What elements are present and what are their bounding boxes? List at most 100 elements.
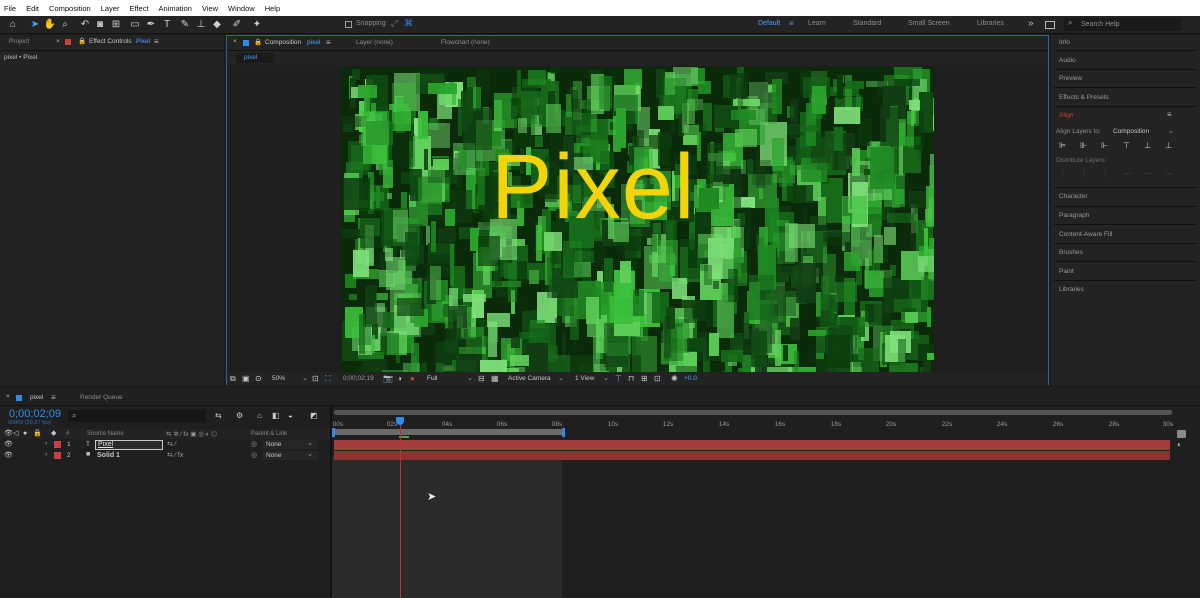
viewer-area[interactable]: Pixel bbox=[227, 65, 1048, 372]
camera-select[interactable]: Active Camera bbox=[508, 375, 551, 382]
sync-settings-icon[interactable] bbox=[1045, 21, 1055, 29]
layer-label-color[interactable] bbox=[54, 452, 61, 459]
close-tab-icon[interactable]: × bbox=[233, 38, 237, 45]
menu-composition[interactable]: Composition bbox=[49, 4, 91, 13]
align-top-icon[interactable]: ⊤ bbox=[1123, 141, 1130, 150]
layer-bar-solid[interactable] bbox=[334, 451, 1170, 460]
layer-row-pixel[interactable]: 👁 › 1 T Pixel ⇆ ⁄ ◎ None ⌄ bbox=[0, 440, 332, 450]
panel-effects-presets[interactable]: Effects & Presets bbox=[1059, 94, 1109, 101]
home-icon[interactable]: ⌂ bbox=[6, 18, 20, 32]
layer-search-field[interactable]: ⌕ bbox=[68, 410, 206, 422]
align-left-icon[interactable]: ⊫ bbox=[1059, 141, 1066, 150]
workspace-libraries[interactable]: Libraries bbox=[977, 20, 1004, 27]
roto-brush-tool-icon[interactable]: ✐ bbox=[230, 18, 244, 32]
layer-bar-pixel[interactable] bbox=[334, 440, 1170, 450]
panel-info[interactable]: Info bbox=[1059, 39, 1070, 46]
panel-character[interactable]: Character bbox=[1059, 193, 1088, 200]
views-select[interactable]: 1 View bbox=[575, 375, 594, 382]
region-of-interest-icon[interactable]: ⛶ bbox=[325, 374, 331, 383]
eraser-tool-icon[interactable]: ◆ bbox=[210, 18, 224, 32]
comp-breadcrumb-chip[interactable]: pixel bbox=[236, 53, 274, 63]
brush-tool-icon[interactable]: ✎ bbox=[178, 18, 192, 32]
show-snapshot-icon[interactable]: ◑ bbox=[397, 374, 402, 383]
chevron-right-icon[interactable]: › bbox=[45, 440, 47, 447]
panel-preview[interactable]: Preview bbox=[1059, 75, 1082, 82]
tab-effect-controls[interactable]: Effect Controls bbox=[89, 38, 132, 45]
audio-switch-icon[interactable]: ◁ bbox=[13, 429, 18, 438]
monitor-icon[interactable]: ▣ bbox=[242, 374, 250, 383]
tab-layer[interactable]: Layer (none) bbox=[356, 39, 393, 46]
menu-file[interactable]: File bbox=[4, 4, 16, 13]
channel-icon[interactable]: ● bbox=[410, 374, 415, 383]
align-vertical-center-icon[interactable]: ⊥ bbox=[1144, 141, 1151, 150]
panel-paint[interactable]: Paint bbox=[1059, 268, 1074, 275]
workspace-small-screen[interactable]: Small Screen bbox=[908, 20, 950, 27]
flowchart-icon[interactable]: ⊡ bbox=[654, 374, 661, 383]
pen-tool-icon[interactable]: ✒ bbox=[144, 18, 158, 32]
work-area-end-handle[interactable] bbox=[562, 428, 565, 437]
lock-switch-icon[interactable]: 🔒 bbox=[33, 429, 42, 438]
panel-content-aware-fill[interactable]: Content-Aware Fill bbox=[1059, 231, 1112, 238]
camera-tool-icon[interactable]: ◙ bbox=[93, 18, 107, 32]
resolution-select[interactable]: Full bbox=[427, 375, 437, 382]
panel-menu-icon[interactable]: ≡ bbox=[154, 37, 159, 46]
tab-render-queue[interactable]: Render Queue bbox=[80, 394, 123, 401]
comp-mini-flowchart-icon[interactable]: ⇆ bbox=[215, 411, 222, 420]
chevron-down-icon[interactable]: ⌄ bbox=[1168, 127, 1174, 135]
chevron-down-icon[interactable]: ⌄ bbox=[467, 374, 473, 382]
lock-icon[interactable] bbox=[65, 39, 71, 45]
menu-window[interactable]: Window bbox=[228, 4, 255, 13]
draft-3d-icon[interactable]: ⚙ bbox=[236, 411, 243, 420]
hand-tool-icon[interactable]: ✋ bbox=[43, 18, 57, 32]
chevron-down-icon[interactable]: ⌄ bbox=[558, 374, 564, 382]
fast-previews-icon[interactable]: ⊓ bbox=[628, 374, 634, 383]
transparency-grid-icon[interactable]: ▦ bbox=[491, 374, 499, 383]
tab-composition[interactable]: Composition bbox=[265, 39, 301, 46]
timeline-icon[interactable]: ⊞ bbox=[641, 374, 648, 383]
shy-layers-icon[interactable]: ⌂ bbox=[257, 411, 262, 420]
source-name-header[interactable]: Source Name bbox=[87, 431, 124, 437]
menu-layer[interactable]: Layer bbox=[101, 4, 120, 13]
snap-edges-icon[interactable]: ⤢ bbox=[391, 18, 398, 29]
menu-help[interactable]: Help bbox=[265, 4, 280, 13]
type-tool-icon[interactable]: T bbox=[160, 18, 174, 32]
chevron-down-icon[interactable]: ⌄ bbox=[302, 374, 308, 382]
mask-visibility-icon[interactable]: ⊙ bbox=[255, 374, 262, 383]
pick-whip-icon[interactable]: ◎ bbox=[251, 440, 257, 448]
align-layers-to-select[interactable]: Composition bbox=[1113, 128, 1149, 135]
tab-project[interactable]: Project bbox=[9, 38, 29, 45]
exposure-reset-icon[interactable]: ✺ bbox=[671, 374, 678, 383]
panel-libraries[interactable]: Libraries bbox=[1059, 286, 1084, 293]
toggle-pixel-aspect-icon[interactable]: ⊤ bbox=[615, 374, 622, 383]
parent-link-header[interactable]: Parent & Link bbox=[251, 431, 287, 437]
panel-brushes[interactable]: Brushes bbox=[1059, 249, 1083, 256]
panel-audio[interactable]: Audio bbox=[1059, 57, 1076, 64]
tab-timeline-pixel[interactable]: pixel bbox=[30, 394, 43, 401]
layer-switches[interactable]: ⇆ ⁄ fx bbox=[167, 451, 183, 459]
zoom-level[interactable]: 50% bbox=[272, 375, 285, 382]
puppet-pin-tool-icon[interactable]: ✦ bbox=[250, 18, 264, 32]
current-timecode[interactable]: 0;00;02;09 bbox=[9, 408, 61, 420]
workspace-overflow-icon[interactable]: » bbox=[1028, 18, 1034, 29]
workspace-default[interactable]: Default bbox=[758, 20, 780, 27]
playhead-handle[interactable] bbox=[396, 417, 404, 425]
footer-timecode[interactable]: 0;00;02;19 bbox=[343, 375, 374, 382]
snapping-checkbox[interactable] bbox=[345, 21, 352, 28]
workspace-standard[interactable]: Standard bbox=[853, 20, 881, 27]
workspace-learn[interactable]: Learn bbox=[808, 20, 826, 27]
graph-editor-icon[interactable]: ◩ bbox=[310, 411, 318, 420]
work-area-start-handle[interactable] bbox=[332, 428, 335, 437]
chevron-down-icon[interactable]: ⌄ bbox=[603, 374, 609, 382]
video-switch-icon[interactable]: 👁 bbox=[4, 429, 13, 438]
layer-name-field[interactable]: Pixel bbox=[95, 440, 163, 450]
region-icon[interactable]: ⊟ bbox=[478, 374, 485, 383]
tab-flowchart[interactable]: Flowchart (none) bbox=[441, 39, 490, 46]
menu-animation[interactable]: Animation bbox=[159, 4, 192, 13]
align-horizontal-center-icon[interactable]: ⊪ bbox=[1080, 141, 1087, 150]
exposure-value[interactable]: +0.0 bbox=[684, 375, 697, 382]
pan-behind-tool-icon[interactable]: ⊞ bbox=[109, 18, 123, 32]
layer-name[interactable]: Solid 1 bbox=[97, 452, 120, 459]
zoom-tool-icon[interactable]: ⌕ bbox=[58, 18, 72, 32]
rotate-tool-icon[interactable]: ↶ bbox=[78, 18, 92, 32]
lock-tab-icon[interactable]: 🔒 bbox=[254, 38, 262, 46]
